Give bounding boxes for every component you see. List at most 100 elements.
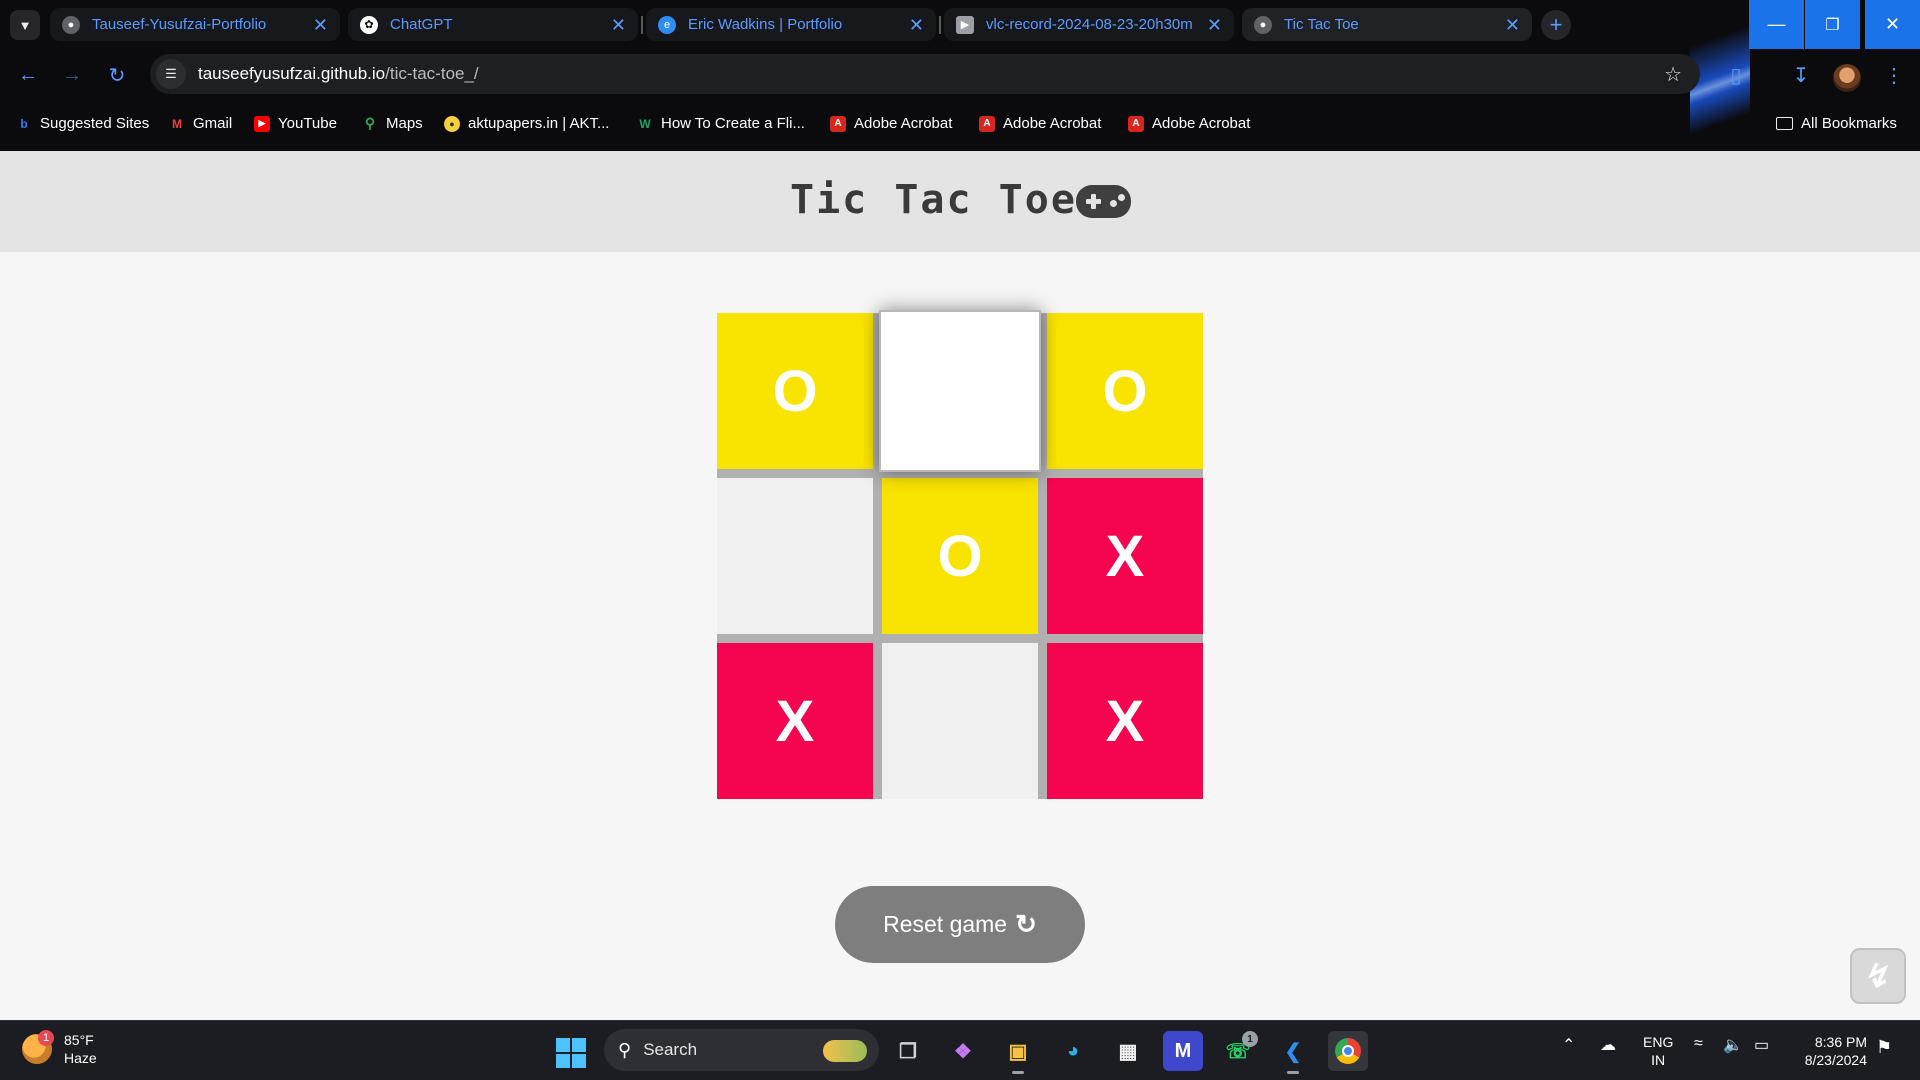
bookmark-maps[interactable]: ⚲ Maps <box>362 115 423 132</box>
bookmark-adobe-acrobat-2[interactable]: A Adobe Acrobat <box>979 115 1101 132</box>
youtube-icon: ▶ <box>254 115 270 132</box>
tab-separator <box>641 16 643 34</box>
edge-icon[interactable]: ◕ <box>1053 1031 1093 1071</box>
board-cell-1-3[interactable]: O <box>1047 313 1203 469</box>
board-cell-2-2[interactable]: O <box>882 478 1038 634</box>
lang-line2: IN <box>1651 1052 1666 1068</box>
vscode-icon[interactable]: ❮ <box>1273 1031 1313 1074</box>
close-tab-icon[interactable]: ✕ <box>1207 16 1222 34</box>
download-icon[interactable]: ↧ <box>1785 59 1817 91</box>
volume-icon[interactable]: 🔈 <box>1723 1035 1743 1055</box>
all-bookmarks-label: All Bookmarks <box>1801 115 1897 132</box>
folder-icon <box>1776 117 1793 130</box>
board-cell-2-3[interactable]: X <box>1047 478 1203 634</box>
app-m-icon[interactable]: M <box>1163 1031 1203 1071</box>
bing-icon: b <box>20 116 28 131</box>
floating-extension-button[interactable]: ↯ <box>1850 948 1906 1004</box>
tab-strip: ▼ ● Tauseef-Yusufzai-Portfolio ✕ ✿ ChatG… <box>0 0 1920 49</box>
board-cell-1-2[interactable] <box>879 310 1041 472</box>
bookmark-youtube[interactable]: ▶ YouTube <box>254 115 337 132</box>
close-tab-icon[interactable]: ✕ <box>313 16 328 34</box>
e-logo-icon: e <box>658 15 676 34</box>
bookmark-label: Adobe Acrobat <box>1152 115 1251 132</box>
new-tab-button[interactable]: + <box>1541 10 1571 40</box>
file-explorer-icon[interactable]: ▣ <box>998 1031 1038 1074</box>
close-tab-icon[interactable]: ✕ <box>909 16 924 34</box>
bookmark-adobe-acrobat-1[interactable]: A Adobe Acrobat <box>830 115 952 132</box>
board-cell-2-1[interactable] <box>717 478 873 634</box>
board-cell-1-1[interactable]: O <box>717 313 873 469</box>
bookmark-aktupapers[interactable]: ● aktupapers.in | AKT... <box>444 115 609 132</box>
minimize-button[interactable]: — <box>1749 0 1804 49</box>
battery-icon[interactable]: ▭ <box>1754 1035 1769 1055</box>
start-button[interactable] <box>556 1038 586 1068</box>
copilot-icon[interactable]: ❖ <box>943 1031 983 1071</box>
search-icon: ⚲ <box>618 1039 632 1060</box>
bookmark-star-icon[interactable]: ☆ <box>1664 62 1682 87</box>
reset-game-button[interactable]: Reset game ↻ <box>835 886 1085 963</box>
bookmark-adobe-acrobat-3[interactable]: A Adobe Acrobat <box>1128 115 1250 132</box>
page-header: Tic Tac Toe <box>0 151 1920 252</box>
weather-description: Haze <box>64 1050 97 1066</box>
weather-widget[interactable]: 1 85°F Haze <box>22 1030 97 1067</box>
acrobat-icon: A <box>830 115 846 132</box>
board-cell-3-3[interactable]: X <box>1047 643 1203 799</box>
microsoft-store-icon[interactable]: ▦ <box>1108 1031 1148 1071</box>
task-view-icon[interactable]: ❐ <box>888 1031 928 1071</box>
globe-icon: ● <box>62 15 80 34</box>
close-tab-icon[interactable]: ✕ <box>1505 16 1520 34</box>
language-indicator[interactable]: ENG IN <box>1643 1033 1673 1069</box>
tab-chatgpt[interactable]: ✿ ChatGPT ✕ <box>348 8 638 41</box>
tab-portfolio[interactable]: ● Tauseef-Yusufzai-Portfolio ✕ <box>50 8 340 41</box>
close-tab-icon[interactable]: ✕ <box>611 16 626 34</box>
extensions-icon[interactable]: ▯ <box>1720 59 1752 91</box>
tab-tic-tac-toe[interactable]: ● Tic Tac Toe ✕ <box>1242 8 1532 41</box>
site-info-icon[interactable]: ☰ <box>156 59 186 89</box>
reload-button[interactable]: ↻ <box>101 59 133 91</box>
video-file-icon: ▶ <box>956 15 974 34</box>
bookmark-label: Gmail <box>193 115 233 132</box>
whatsapp-icon[interactable]: ☏ 1 <box>1218 1031 1258 1071</box>
weather-icon: 1 <box>22 1030 54 1064</box>
game-board: OOOXXX <box>717 310 1203 799</box>
board-cell-3-1[interactable]: X <box>717 643 873 799</box>
url-path: /tic-tac-toe_/ <box>385 64 479 83</box>
bookmark-how-to-create[interactable]: W How To Create a Fli... <box>637 115 805 132</box>
url-text[interactable]: tauseefyusufzai.github.io/tic-tac-toe_/ <box>198 64 479 84</box>
tab-search-button[interactable]: ▼ <box>10 10 40 40</box>
onedrive-icon[interactable]: ☁ <box>1600 1035 1616 1055</box>
notification-badge: 1 <box>38 1030 54 1046</box>
taskbar-search[interactable]: ⚲ Search <box>604 1029 879 1071</box>
menu-kebab-icon[interactable]: ⋮ <box>1878 59 1910 91</box>
address-bar[interactable]: ☰ tauseefyusufzai.github.io/tic-tac-toe_… <box>150 54 1700 94</box>
wifi-icon[interactable]: ≈ <box>1694 1035 1703 1053</box>
bookmark-label: aktupapers.in | AKT... <box>468 115 610 132</box>
forward-button[interactable]: → <box>56 59 88 91</box>
close-window-button[interactable]: ✕ <box>1865 0 1920 49</box>
gmail-icon: M <box>172 116 182 131</box>
tab-title: Tauseef-Yusufzai-Portfolio <box>92 16 267 33</box>
show-hidden-icons[interactable]: ⌃ <box>1562 1035 1575 1055</box>
bookmark-label: YouTube <box>278 115 337 132</box>
tab-separator <box>939 16 941 34</box>
notification-bell-icon[interactable]: ⚑ <box>1876 1037 1892 1058</box>
tab-title: Eric Wadkins | Portfolio <box>688 16 843 33</box>
board-cell-3-2[interactable] <box>882 643 1038 799</box>
profile-avatar[interactable] <box>1833 64 1861 92</box>
bookmark-gmail[interactable]: M Gmail <box>169 115 232 132</box>
tab-title: Tic Tac Toe <box>1284 16 1359 33</box>
url-domain: tauseefyusufzai.github.io <box>198 64 386 83</box>
browser-toolbar: ← → ↻ ☰ tauseefyusufzai.github.io/tic-ta… <box>0 49 1920 101</box>
tab-vlc-record[interactable]: ▶ vlc-record-2024-08-23-20h30m ✕ <box>944 8 1234 41</box>
chrome-icon[interactable] <box>1328 1031 1368 1071</box>
all-bookmarks-button[interactable]: All Bookmarks <box>1776 115 1897 132</box>
bookmarks-bar: b Suggested Sites M Gmail ▶ YouTube ⚲ Maps ●… <box>0 101 1920 151</box>
whatsapp-badge: 1 <box>1242 1031 1258 1047</box>
clock-date: 8/23/2024 <box>1804 1052 1867 1068</box>
page-viewport: Tic Tac Toe OOOXXX Reset game ↻ ↯ <box>0 151 1920 1020</box>
restore-button[interactable]: ❐ <box>1805 0 1860 49</box>
back-button[interactable]: ← <box>12 59 44 91</box>
bookmark-suggested-sites[interactable]: b Suggested Sites <box>16 115 149 132</box>
tab-eric-wadkins[interactable]: e Eric Wadkins | Portfolio ✕ <box>646 8 936 41</box>
system-clock[interactable]: 8:36 PM 8/23/2024 <box>1795 1033 1867 1069</box>
